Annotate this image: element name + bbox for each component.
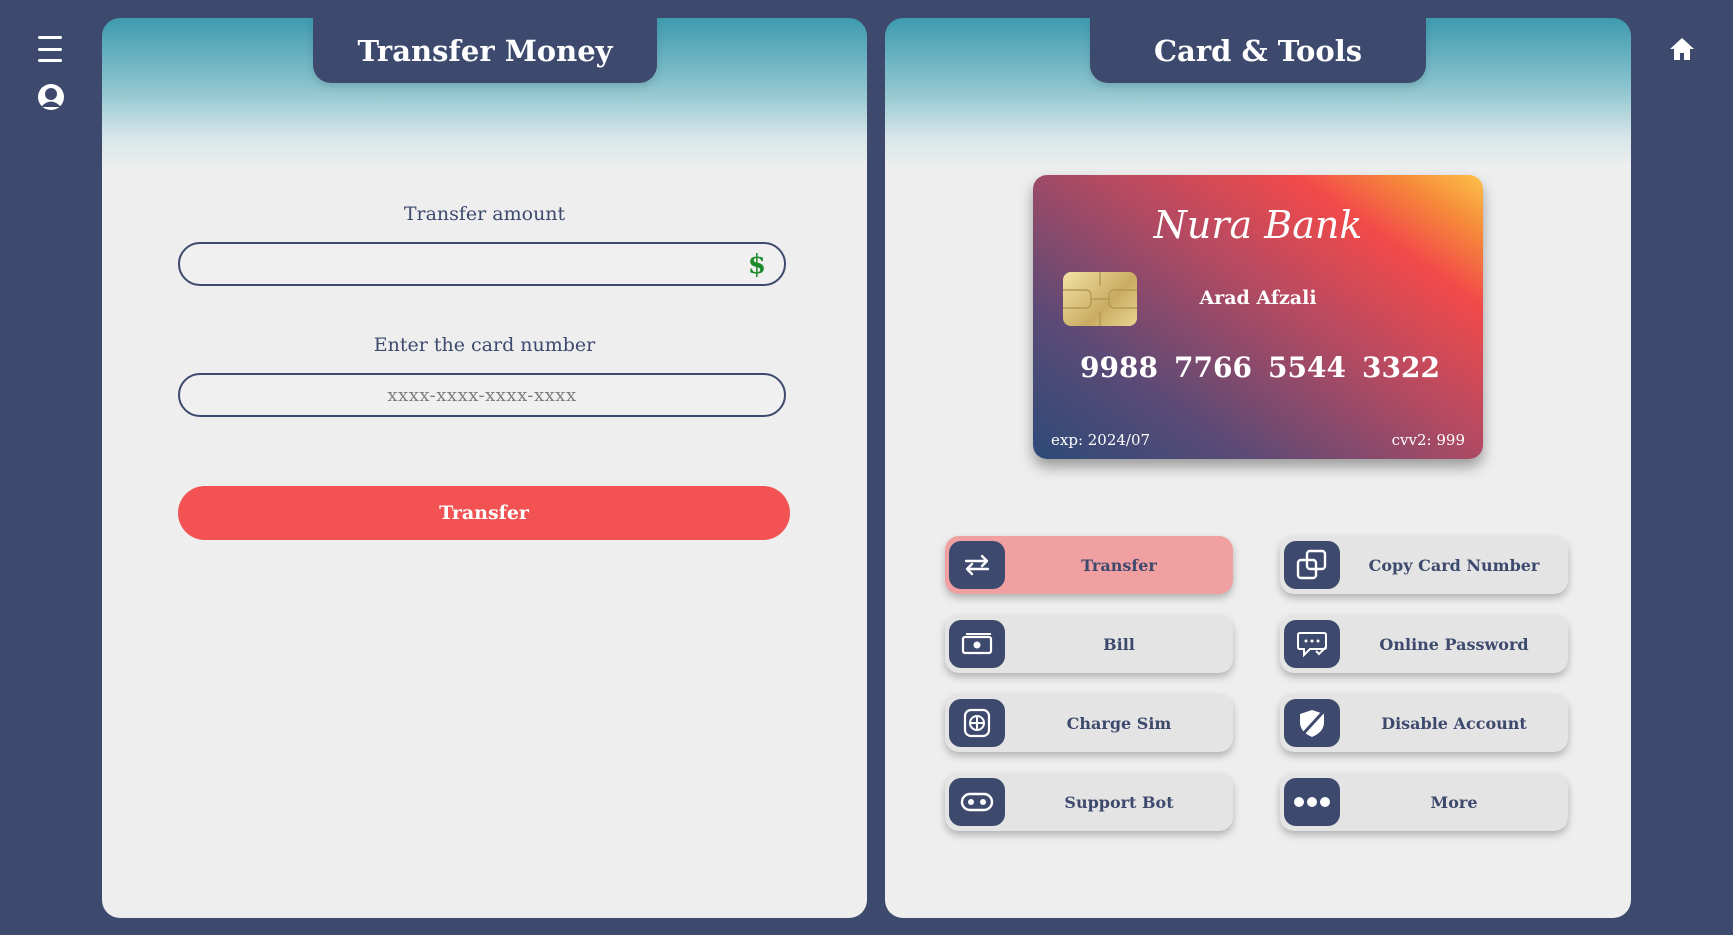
card-expiry: exp: 2024/07 — [1051, 431, 1151, 449]
more-icon — [1284, 778, 1340, 826]
bank-name: Nura Bank — [1153, 203, 1363, 247]
tool-label: Disable Account — [1381, 713, 1527, 733]
bill-icon — [949, 620, 1005, 668]
hamburger-icon[interactable] — [36, 36, 64, 62]
transfer-panel: Transfer Money Transfer amount $ Enter t… — [102, 18, 867, 918]
bot-icon — [949, 778, 1005, 826]
card-number: 9988 7766 5544 3322 — [1080, 351, 1440, 384]
card-number-input[interactable] — [180, 375, 784, 415]
tools-panel-title: Card & Tools — [1090, 18, 1426, 83]
tool-label: More — [1430, 792, 1478, 812]
tool-charge-sim-button[interactable]: Charge Sim — [945, 694, 1233, 752]
transfer-icon — [949, 541, 1005, 589]
tool-label: Charge Sim — [1066, 713, 1172, 733]
tool-label: Bill — [1103, 634, 1135, 654]
tool-label: Transfer — [1081, 555, 1157, 575]
tool-disable-account-button[interactable]: Disable Account — [1280, 694, 1568, 752]
card-number-group: 5544 — [1268, 351, 1346, 384]
tool-support-bot-button[interactable]: Support Bot — [945, 773, 1233, 831]
bank-card: Nura Bank Arad Afzali 9988 7766 5544 332… — [1033, 175, 1483, 459]
amount-input[interactable] — [180, 244, 784, 284]
card-holder-name: Arad Afzali — [1199, 287, 1317, 309]
card-number-group: 3322 — [1362, 351, 1440, 384]
amount-field-wrap: $ — [178, 242, 786, 286]
tool-label: Online Password — [1379, 634, 1529, 654]
card-number-group: 7766 — [1174, 351, 1252, 384]
home-icon[interactable] — [1668, 36, 1696, 62]
disable-icon — [1284, 699, 1340, 747]
card-field-wrap — [178, 373, 786, 417]
tools-panel: Card & Tools Nura Bank Arad Afzali 9988 … — [885, 18, 1631, 918]
tool-label: Support Bot — [1064, 792, 1174, 812]
password-icon — [1284, 620, 1340, 668]
tool-copy-card-button[interactable]: Copy Card Number — [1280, 536, 1568, 594]
tool-label: Copy Card Number — [1368, 555, 1540, 575]
tool-bill-button[interactable]: Bill — [945, 615, 1233, 673]
transfer-submit-button[interactable]: Transfer — [178, 486, 790, 540]
card-number-label: Enter the card number — [373, 334, 596, 356]
transfer-panel-title: Transfer Money — [313, 18, 657, 83]
amount-label: Transfer amount — [403, 203, 566, 225]
sim-icon — [949, 699, 1005, 747]
currency-symbol: $ — [747, 250, 766, 280]
tool-online-password-button[interactable]: Online Password — [1280, 615, 1568, 673]
card-cvv: cvv2: 999 — [1391, 431, 1465, 449]
copy-icon — [1284, 541, 1340, 589]
card-number-group: 9988 — [1080, 351, 1158, 384]
tool-transfer-button[interactable]: Transfer — [945, 536, 1233, 594]
tool-more-button[interactable]: More — [1280, 773, 1568, 831]
user-avatar-icon[interactable] — [36, 82, 66, 112]
